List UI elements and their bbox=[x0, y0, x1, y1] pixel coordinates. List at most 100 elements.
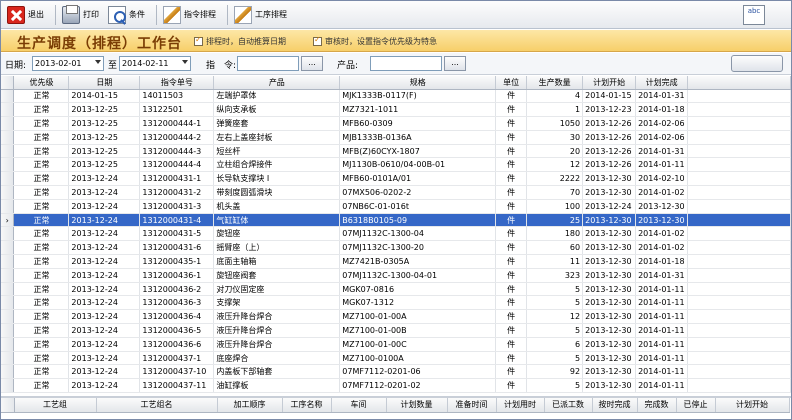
cell-quantity[interactable]: 180 bbox=[526, 226, 584, 242]
query-button[interactable] bbox=[731, 55, 783, 72]
cell-plan-start[interactable]: 2013-12-26 bbox=[582, 130, 637, 145]
cell-priority[interactable]: 正常 bbox=[13, 337, 70, 352]
cell-plan-start[interactable]: 2013-12-30 bbox=[582, 378, 637, 394]
cell-plan-start[interactable]: 2013-12-30 bbox=[582, 171, 637, 187]
cell-plan-start[interactable]: 2013-12-30 bbox=[582, 309, 637, 325]
table-row[interactable]: 正常 2013-12-24 1312000431-3 机头盖 07NB6C-01-016… bbox=[1, 199, 791, 214]
condition-button[interactable]: 条件 bbox=[106, 3, 149, 27]
cell-order-no[interactable]: 1312000431-4 bbox=[139, 213, 215, 228]
table-row[interactable]: 正常 2013-12-25 1312000444-2 左右上盖座封板 MJB1333B-… bbox=[1, 130, 791, 145]
table-row[interactable]: 正常 2013-12-25 1312000444-4 立柱组合焊接件 MJ1130B-0… bbox=[1, 157, 791, 173]
table-row[interactable]: 正常 2013-12-24 1312000437-11 油缸撑板 07MF7112-02… bbox=[1, 378, 791, 394]
cell-plan-end[interactable]: 2014-01-11 bbox=[635, 157, 689, 173]
cell-priority[interactable]: 正常 bbox=[13, 130, 70, 145]
cell-date[interactable]: 2013-12-24 bbox=[68, 185, 141, 200]
process-column-header[interactable]: 工艺组名 bbox=[96, 398, 218, 413]
cell-priority[interactable]: 正常 bbox=[13, 295, 70, 311]
cell-quantity[interactable]: 92 bbox=[526, 364, 584, 380]
cell-product[interactable]: 弹簧座套 bbox=[213, 116, 341, 131]
cell-date[interactable]: 2013-12-24 bbox=[68, 323, 141, 338]
cell-quantity[interactable]: 6 bbox=[526, 337, 584, 352]
row-header[interactable] bbox=[1, 116, 15, 131]
cell-priority[interactable]: 正常 bbox=[13, 102, 70, 118]
row-header[interactable] bbox=[1, 240, 15, 256]
cell-product[interactable]: 左端护罩体 bbox=[213, 89, 341, 104]
table-row[interactable]: 正常 2013-12-25 1312000444-1 弹簧座套 MFB60-0309 件 1… bbox=[1, 116, 791, 131]
cell-product[interactable]: 支撑架 bbox=[213, 295, 341, 311]
cell-product[interactable]: 立柱组合焊接件 bbox=[213, 157, 341, 173]
cell-plan-end[interactable]: 2014-01-02 bbox=[635, 240, 689, 256]
cell-priority[interactable]: 正常 bbox=[13, 157, 70, 173]
process-column-header[interactable]: 工序名称 bbox=[282, 398, 332, 413]
cell-plan-start[interactable]: 2013-12-30 bbox=[582, 254, 637, 269]
cell-priority[interactable]: 正常 bbox=[13, 254, 70, 269]
cell-product[interactable]: 长导轨支撑块 I bbox=[213, 171, 341, 187]
cell-plan-end[interactable]: 2014-01-31 bbox=[635, 268, 689, 283]
table-row[interactable]: 正常 2013-12-24 1312000437-1 底座焊合 MZ7100-0100A… bbox=[1, 351, 791, 366]
cell-plan-end[interactable]: 2014-02-10 bbox=[635, 171, 689, 187]
table-row[interactable]: 正常 2013-12-24 1312000431-1 长导轨支撑块 I MFB60-01… bbox=[1, 171, 791, 187]
cell-product[interactable]: 液压升降台焊合 bbox=[213, 337, 341, 352]
row-header[interactable] bbox=[1, 130, 15, 145]
process-column-header[interactable]: 已停止 bbox=[676, 398, 716, 413]
cell-quantity[interactable]: 323 bbox=[526, 268, 584, 283]
row-header[interactable] bbox=[1, 295, 15, 311]
cell-plan-start[interactable]: 2014-01-15 bbox=[582, 89, 637, 104]
cell-date[interactable]: 2013-12-25 bbox=[68, 116, 141, 131]
cell-order-no[interactable]: 13122501 bbox=[139, 102, 215, 118]
date-from-picker[interactable]: 2013-02-01 bbox=[32, 56, 104, 71]
cell-plan-start[interactable]: 2013-12-30 bbox=[582, 268, 637, 283]
table-row[interactable]: 正常 2013-12-24 1312000436-4 液压升降台焊合 MZ7100-01… bbox=[1, 309, 791, 325]
cell-date[interactable]: 2013-12-24 bbox=[68, 240, 141, 256]
cell-date[interactable]: 2013-12-24 bbox=[68, 337, 141, 352]
cell-order-no[interactable]: 1312000431-3 bbox=[139, 199, 215, 214]
cell-quantity[interactable]: 25 bbox=[526, 213, 584, 228]
cell-product[interactable]: 旋钮座阀套 bbox=[213, 268, 341, 283]
cell-plan-end[interactable]: 2014-01-11 bbox=[635, 337, 689, 352]
cell-order-no[interactable]: 1312000437-1 bbox=[139, 351, 215, 366]
cell-order-no[interactable]: 1312000444-4 bbox=[139, 157, 215, 173]
cell-unit[interactable]: 件 bbox=[495, 282, 528, 297]
cell-product[interactable]: 摇臂座（上） bbox=[213, 240, 341, 256]
cell-spec[interactable]: MFB60-0309 bbox=[339, 116, 497, 131]
spellcheck-icon[interactable]: abc bbox=[743, 5, 765, 25]
cell-order-no[interactable]: 1312000436-2 bbox=[139, 282, 215, 297]
cell-quantity[interactable]: 70 bbox=[526, 185, 584, 200]
chevron-down-icon[interactable] bbox=[182, 60, 188, 64]
cell-priority[interactable]: 正常 bbox=[13, 364, 70, 380]
cell-plan-end[interactable]: 2014-02-06 bbox=[635, 116, 689, 131]
cell-unit[interactable]: 件 bbox=[495, 309, 528, 325]
cell-priority[interactable]: 正常 bbox=[13, 116, 70, 131]
cell-plan-end[interactable]: 2014-01-31 bbox=[635, 144, 689, 159]
cell-plan-start[interactable]: 2013-12-26 bbox=[582, 116, 637, 131]
cell-order-no[interactable]: 1312000436-4 bbox=[139, 309, 215, 325]
row-header[interactable] bbox=[1, 102, 15, 118]
cell-plan-start[interactable]: 2013-12-30 bbox=[582, 185, 637, 200]
cell-product[interactable]: 对刀仪固定座 bbox=[213, 282, 341, 297]
cell-quantity[interactable]: 5 bbox=[526, 378, 584, 394]
row-header[interactable] bbox=[1, 309, 15, 325]
row-header[interactable] bbox=[1, 89, 15, 104]
cell-spec[interactable]: MZ7321-1011 bbox=[339, 102, 497, 118]
process-column-header[interactable]: 车间 bbox=[331, 398, 387, 413]
cell-priority[interactable]: 正常 bbox=[13, 309, 70, 325]
cell-spec[interactable]: MZ7421B-0305A bbox=[339, 254, 497, 269]
cell-spec[interactable]: 07MF7112-0201-06 bbox=[339, 364, 497, 380]
row-header[interactable] bbox=[1, 323, 15, 338]
cell-date[interactable]: 2013-12-24 bbox=[68, 309, 141, 325]
cell-unit[interactable]: 件 bbox=[495, 240, 528, 256]
cell-spec[interactable]: MZ7100-0100A bbox=[339, 351, 497, 366]
cell-unit[interactable]: 件 bbox=[495, 199, 528, 214]
process-column-header[interactable]: 计划数量 bbox=[386, 398, 448, 413]
row-header[interactable] bbox=[1, 282, 15, 297]
cell-unit[interactable]: 件 bbox=[495, 337, 528, 352]
cell-unit[interactable]: 件 bbox=[495, 185, 528, 200]
cell-plan-end[interactable]: 2014-02-06 bbox=[635, 130, 689, 145]
cell-date[interactable]: 2014-01-15 bbox=[68, 89, 141, 104]
cell-quantity[interactable]: 5 bbox=[526, 295, 584, 311]
cell-plan-end[interactable]: 2014-01-31 bbox=[635, 89, 689, 104]
cell-unit[interactable]: 件 bbox=[495, 226, 528, 242]
cell-priority[interactable]: 正常 bbox=[13, 89, 70, 104]
row-header[interactable] bbox=[1, 144, 15, 159]
row-header[interactable] bbox=[1, 185, 15, 200]
